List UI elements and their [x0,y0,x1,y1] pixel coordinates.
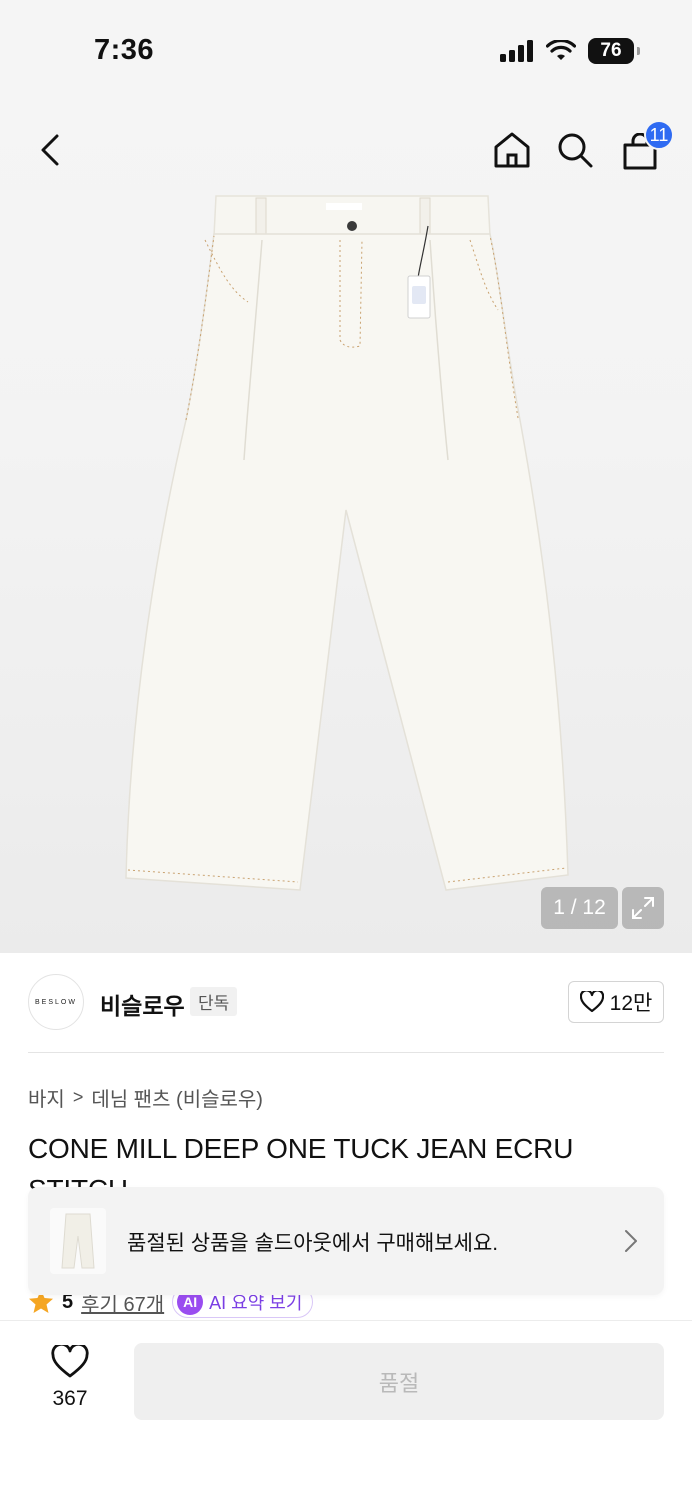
wifi-icon [546,40,576,60]
battery-icon: 76 [588,38,640,64]
wishlist-button[interactable]: 367 [40,1345,100,1411]
bottom-action-bar: 367 품절 [0,1320,692,1500]
breadcrumb-separator: > [72,1087,84,1107]
cellular-signal-icon [500,40,533,62]
breadcrumb-subcategory[interactable]: 데님 팬츠 (비슬로우) [91,1083,263,1112]
status-bar: 7:36 76 [0,0,692,100]
status-icons: 76 [500,38,640,64]
soldout-banner-text: 품절된 상품을 솔드아웃에서 구매해보세요. [127,1232,499,1255]
product-image-gallery[interactable]: 1 / 12 [0,100,692,953]
cart-button[interactable]: 11 [618,120,674,174]
breadcrumb: 바지 > 데님 팬츠 (비슬로우) [28,1083,263,1112]
home-icon [494,132,530,168]
heart-icon [51,1345,89,1378]
heart-icon [579,991,604,1013]
soldout-banner[interactable]: 품절된 상품을 솔드아웃에서 구매해보세요. [28,1187,664,1295]
search-button[interactable] [553,128,597,172]
back-button[interactable] [28,128,72,172]
chevron-left-icon [41,134,59,166]
cart-count-badge: 11 [644,120,674,150]
banner-product-thumbnail [50,1208,106,1274]
product-title: CONE MILL DEEP ONE TUCK JEAN ECRU STITCH [28,1133,574,1192]
brand-logo[interactable]: BESLOW [28,974,84,1030]
image-counter: 1 / 12 [541,887,618,929]
home-button[interactable] [490,128,534,172]
soldout-purchase-button[interactable]: 품절 [134,1343,664,1420]
chevron-right-icon [625,1230,637,1252]
divider [28,1052,664,1053]
brand-like-button[interactable]: 12만 [568,981,664,1023]
expand-image-button[interactable] [622,887,664,929]
wishlist-count: 367 [52,1387,88,1410]
brand-like-count: 12만 [609,992,653,1015]
brand-name[interactable]: 비슬로우 [100,987,185,1021]
top-navigation: 11 [0,100,692,200]
status-time: 7:36 [94,34,155,66]
product-image [125,195,569,891]
search-icon [558,133,593,168]
breadcrumb-category[interactable]: 바지 [28,1083,65,1112]
exclusive-tag: 단독 [190,987,238,1016]
brand-row: BESLOW 비슬로우 단독 12만 [28,974,664,1030]
expand-icon [632,897,654,919]
